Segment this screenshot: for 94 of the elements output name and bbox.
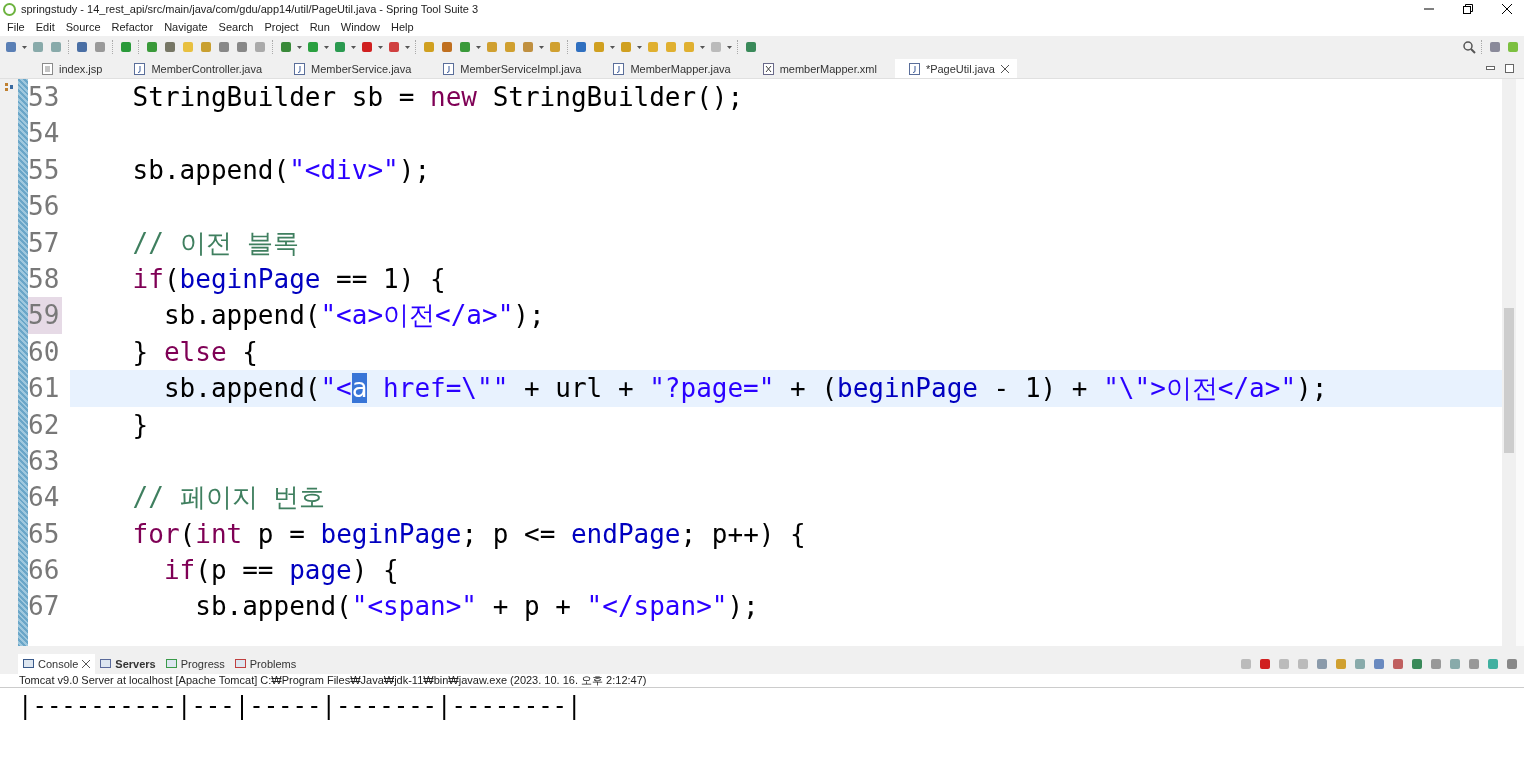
menu-item[interactable]: Refactor (106, 21, 160, 33)
line-number: 60 (28, 335, 61, 369)
caret-icon[interactable] (476, 45, 481, 49)
caret-icon[interactable] (610, 45, 615, 49)
editor-tab[interactable]: index.jsp (28, 59, 111, 78)
caret-icon[interactable] (297, 45, 302, 49)
code-line: for(int p = beginPage; p <= endPage; p++) { (131, 517, 807, 551)
caret-icon[interactable] (539, 45, 544, 49)
editor-tab[interactable]: memberMapper.xml (748, 59, 885, 78)
tab-label: MemberController.java (151, 62, 263, 75)
panel-icon (23, 659, 34, 669)
tab-label: Problems (249, 658, 297, 670)
java-file-icon (443, 62, 455, 75)
file-icon (42, 62, 53, 75)
java-file-icon (294, 62, 306, 75)
code-line: sb.append("<a>이전</a>"); (162, 299, 546, 333)
line-number: 67 (28, 590, 61, 624)
line-number: 55 (28, 153, 61, 187)
console-description: Tomcat v9.0 Server at localhost [Apache Tomcat] C:₩Program Files₩Java₩jdk-11₩bin₩javaw.exe (2023. 10. 16. 오후 2:12:47) (0, 674, 1524, 688)
menu-item[interactable]: File (2, 21, 31, 33)
menu-item[interactable]: Run (304, 21, 336, 33)
caret-icon[interactable] (324, 45, 329, 49)
tab-label: MemberServiceImpl.java (460, 62, 582, 75)
code-line: } else { (131, 335, 259, 369)
editor-tab[interactable]: MemberServiceImpl.java (429, 59, 590, 78)
code-line: } (131, 408, 150, 442)
line-number: 56 (28, 190, 61, 224)
code-line: StringBuilder sb = new StringBuilder(); (131, 81, 745, 114)
line-number: 62 (28, 408, 61, 442)
java-file-icon (613, 62, 625, 75)
close-icon (1502, 4, 1512, 14)
code-line: if(p == page) { (162, 554, 400, 588)
line-number: 65 (28, 517, 61, 551)
code-line: sb.append("<span>" + p + "</span>"); (194, 590, 760, 624)
tab-label: MemberService.java (311, 62, 412, 75)
xml-file-icon (762, 62, 774, 75)
editor-tab[interactable]: MemberMapper.java (599, 59, 739, 78)
tab-label: Console (38, 658, 79, 670)
scrollbar[interactable] (1502, 79, 1516, 646)
close-icon[interactable] (82, 660, 91, 668)
tab-label: memberMapper.xml (779, 62, 877, 75)
window-title: springstudy - 14_rest_api/src/main/java/com/gdu/app14/util/PageUtil.java - Spring Tool Suite 3 (21, 3, 480, 15)
menu-item[interactable]: Search (213, 21, 260, 33)
tab-label: MemberMapper.java (630, 62, 731, 75)
caret-icon[interactable] (405, 45, 410, 49)
menu-item[interactable]: Help (386, 21, 420, 33)
line-number: 64 (28, 481, 61, 515)
restore-icon (1463, 4, 1473, 14)
menu-item[interactable]: Navigate (159, 21, 214, 33)
caret-icon[interactable] (378, 45, 383, 49)
outline-icon[interactable] (5, 83, 13, 91)
panel-icon (234, 659, 246, 669)
line-number: 61 (28, 372, 61, 406)
caret-icon[interactable] (727, 45, 732, 49)
panel-tab[interactable]: Servers (95, 654, 161, 674)
java-file-icon (908, 62, 920, 75)
code-line: sb.append("<div>"); (131, 153, 432, 187)
editor-tab[interactable]: MemberController.java (120, 59, 271, 78)
java-file-icon (134, 62, 146, 75)
close-icon[interactable] (1000, 64, 1009, 73)
tab-label: *PageUtil.java (925, 62, 995, 75)
code-line: // 이전 블록 (131, 226, 301, 260)
line-number: 53 (28, 81, 61, 114)
caret-icon[interactable] (700, 45, 705, 49)
code-line: if(beginPage == 1) { (131, 262, 447, 296)
menu-item[interactable]: Edit (30, 21, 61, 33)
line-number: 59 (28, 297, 62, 334)
editor-tab[interactable]: *PageUtil.java (894, 59, 1017, 78)
line-number: 54 (28, 117, 61, 151)
leaf-logo-icon (3, 2, 16, 16)
console-output: |----------|---|-----|-------|--------| (17, 691, 583, 722)
panel-tab[interactable]: Problems (229, 654, 302, 674)
panel-icon (100, 659, 112, 669)
maximize-icon[interactable] (1505, 64, 1514, 73)
menu-item[interactable]: Project (259, 21, 305, 33)
menu-item[interactable]: Window (335, 21, 386, 33)
caret-icon[interactable] (637, 45, 642, 49)
tab-label: index.jsp (59, 62, 103, 75)
line-number: 57 (28, 226, 61, 260)
tab-label: Progress (180, 658, 225, 670)
menu-item[interactable]: Source (60, 21, 107, 33)
panel-tab[interactable]: Console (18, 654, 96, 674)
search-icon[interactable] (1463, 40, 1476, 54)
editor-tab[interactable]: MemberService.java (280, 59, 420, 78)
panel-tab[interactable]: Progress (160, 654, 230, 674)
line-number: 58 (28, 262, 61, 296)
caret-icon[interactable] (351, 45, 356, 49)
line-number: 63 (28, 444, 61, 478)
caret-icon[interactable] (22, 45, 27, 49)
panel-icon (165, 659, 177, 669)
code-line: // 페이지 번호 (131, 481, 327, 515)
tab-label: Servers (115, 658, 156, 670)
minimize-icon[interactable] (1486, 66, 1495, 70)
line-number: 66 (28, 554, 61, 588)
